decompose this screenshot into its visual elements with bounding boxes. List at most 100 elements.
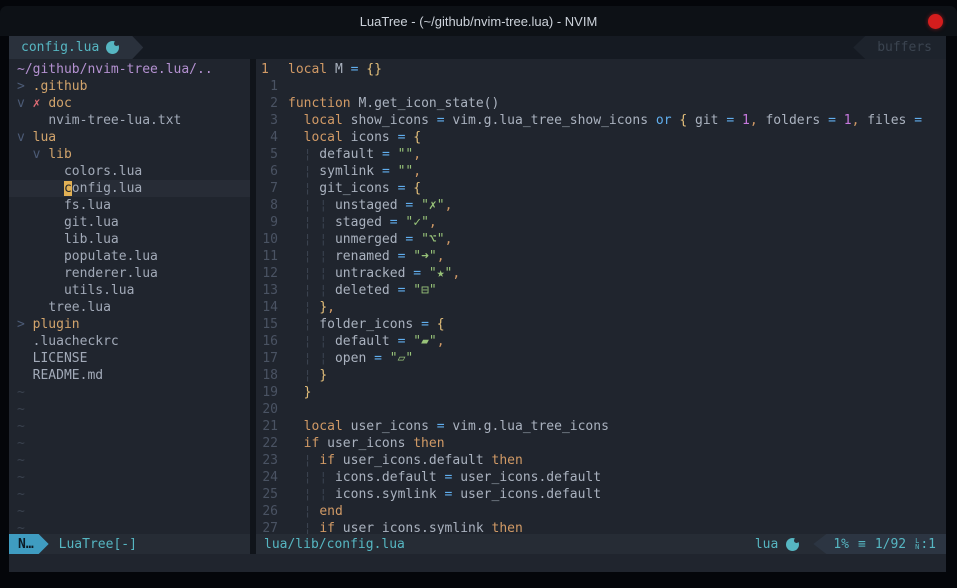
- empty-line-tilde: ~: [9, 384, 250, 401]
- tree-item-renderer-lua[interactable]: renderer.lua: [9, 265, 250, 282]
- code-line-18[interactable]: 17 ¦ ¦ open = "▱": [256, 350, 946, 367]
- line-number: 20: [256, 401, 288, 418]
- buffers-segment[interactable]: buffers: [853, 36, 946, 59]
- text-segment: [17, 368, 33, 383]
- code-line-28[interactable]: 27 ¦ if user_icons.symlink then: [256, 520, 946, 534]
- tree-item-tree-lua[interactable]: tree.lua: [9, 299, 250, 316]
- code-line-26[interactable]: 25 ¦ ¦ icons.symlink = user_icons.defaul…: [256, 486, 946, 503]
- line-number: 27: [256, 520, 288, 534]
- code-line-20[interactable]: 19 }: [256, 384, 946, 401]
- text-segment: }: [319, 368, 327, 383]
- text-segment: [288, 436, 304, 451]
- tree-item-utils-lua[interactable]: utils.lua: [9, 282, 250, 299]
- code-line-2[interactable]: 1: [256, 78, 946, 95]
- tree-item-license[interactable]: LICENSE: [9, 350, 250, 367]
- code-line-7[interactable]: 6 ¦ symlink = "",: [256, 163, 946, 180]
- text-segment: [288, 181, 304, 196]
- text-segment: [288, 317, 304, 332]
- line-number: 21: [256, 418, 288, 435]
- tree-item-doc[interactable]: v ✗ doc: [9, 95, 250, 112]
- code-line-10[interactable]: 9 ¦ ¦ staged = "✓",: [256, 214, 946, 231]
- text-segment: >: [17, 79, 33, 94]
- code-line-15[interactable]: 14 ¦ },: [256, 299, 946, 316]
- text-segment: [17, 113, 48, 128]
- text-segment: [17, 300, 48, 315]
- code-line-14[interactable]: 13 ¦ ¦ deleted = "⊟": [256, 282, 946, 299]
- line-number: 6: [256, 163, 288, 180]
- code-line-21[interactable]: 20: [256, 401, 946, 418]
- tree-item-config-lua[interactable]: config.lua: [9, 180, 250, 197]
- code-text: function M.get_icon_state(): [288, 95, 499, 112]
- mode-indicator: N…: [9, 534, 49, 554]
- tree-item-git-lua[interactable]: git.lua: [9, 214, 250, 231]
- code-line-6[interactable]: 5 ¦ default = "",: [256, 146, 946, 163]
- code-line-13[interactable]: 12 ¦ ¦ untracked = "★",: [256, 265, 946, 282]
- text-segment: [421, 266, 429, 281]
- code-text: local M = {}: [288, 61, 382, 78]
- code-text: ¦ ¦ default = "▰",: [288, 333, 445, 350]
- code-line-19[interactable]: 18 ¦ }: [256, 367, 946, 384]
- tree-item-colors-lua[interactable]: colors.lua: [9, 163, 250, 180]
- code-line-24[interactable]: 23 ¦ if user_icons.default then: [256, 452, 946, 469]
- text-segment: [288, 470, 304, 485]
- code-line-4[interactable]: 3 local show_icons = vim.g.lua_tree_show…: [256, 112, 946, 129]
- terminal-content: config.lua buffers ~/github/nvim-tree.lu…: [9, 36, 946, 572]
- tree-item-lib[interactable]: v lib: [9, 146, 250, 163]
- code-line-23[interactable]: 22 if user_icons then: [256, 435, 946, 452]
- command-line[interactable]: [9, 554, 946, 572]
- text-segment: ~: [17, 521, 25, 534]
- tab-config-lua[interactable]: config.lua: [9, 36, 143, 59]
- tree-item-fs-lua[interactable]: fs.lua: [9, 197, 250, 214]
- code-line-1[interactable]: 1local M = {}: [256, 61, 946, 78]
- text-segment: show_icons: [343, 113, 437, 128]
- tree-item-readme[interactable]: README.md: [9, 367, 250, 384]
- line-number: 1: [256, 61, 288, 78]
- code-line-16[interactable]: 15 ¦ folder_icons = {: [256, 316, 946, 333]
- code-line-12[interactable]: 11 ¦ ¦ renamed = "➜",: [256, 248, 946, 265]
- text-segment: ¦: [319, 470, 327, 485]
- code-text: ¦ ¦ icons.symlink = user_icons.default: [288, 486, 601, 503]
- text-segment: [17, 283, 64, 298]
- code-line-22[interactable]: 21 local user_icons = vim.g.lua_tree_ico…: [256, 418, 946, 435]
- tree-item-lib-lua[interactable]: lib.lua: [9, 231, 250, 248]
- code-line-11[interactable]: 10 ¦ ¦ unmerged = "⌥",: [256, 231, 946, 248]
- text-segment: ¦: [319, 283, 327, 298]
- text-segment: [288, 249, 304, 264]
- text-segment: M.get_icon_state(): [351, 96, 500, 111]
- line-number: 26: [256, 503, 288, 520]
- empty-line-tilde: ~: [9, 418, 250, 435]
- text-segment: [17, 266, 64, 281]
- text-segment: {}: [366, 62, 382, 77]
- text-segment: [17, 232, 64, 247]
- lua-moon-icon: [786, 538, 799, 551]
- code-line-5[interactable]: 4 local icons = {: [256, 129, 946, 146]
- code-line-9[interactable]: 8 ¦ ¦ unstaged = "✗",: [256, 197, 946, 214]
- code-line-25[interactable]: 24 ¦ ¦ icons.default = user_icons.defaul…: [256, 469, 946, 486]
- tree-item-luacheckrc[interactable]: .luacheckrc: [9, 333, 250, 350]
- text-segment: [288, 334, 304, 349]
- editor-split: ~/github/nvim-tree.lua/..> .githubv ✗ do…: [9, 59, 946, 534]
- text-segment: lua: [33, 130, 56, 145]
- line-number: 1: [256, 78, 288, 95]
- text-segment: function: [288, 96, 351, 111]
- tree-item-nvim-tree-lua-txt[interactable]: nvim-tree-lua.txt: [9, 112, 250, 129]
- line-number: 5: [256, 146, 288, 163]
- line-number: 15: [256, 316, 288, 333]
- text-segment: [17, 249, 64, 264]
- code-line-8[interactable]: 7 ¦ git_icons = {: [256, 180, 946, 197]
- code-line-3[interactable]: 2function M.get_icon_state(): [256, 95, 946, 112]
- code-line-17[interactable]: 16 ¦ ¦ default = "▰",: [256, 333, 946, 350]
- text-segment: then: [492, 521, 523, 534]
- text-segment: doc: [48, 96, 71, 111]
- tree-item-lua[interactable]: v lua: [9, 129, 250, 146]
- code-line-27[interactable]: 26 ¦ end: [256, 503, 946, 520]
- tree-item-plugin[interactable]: > plugin: [9, 316, 250, 333]
- empty-line-tilde: ~: [9, 452, 250, 469]
- tree-item-root[interactable]: ~/github/nvim-tree.lua/..: [9, 61, 250, 78]
- text-segment: or: [656, 113, 672, 128]
- code-buffer: 1local M = {}12function M.get_icon_state…: [256, 59, 946, 534]
- tree-item-github[interactable]: > .github: [9, 78, 250, 95]
- close-button[interactable]: [928, 14, 943, 29]
- tree-item-populate-lua[interactable]: populate.lua: [9, 248, 250, 265]
- text-segment: [288, 351, 304, 366]
